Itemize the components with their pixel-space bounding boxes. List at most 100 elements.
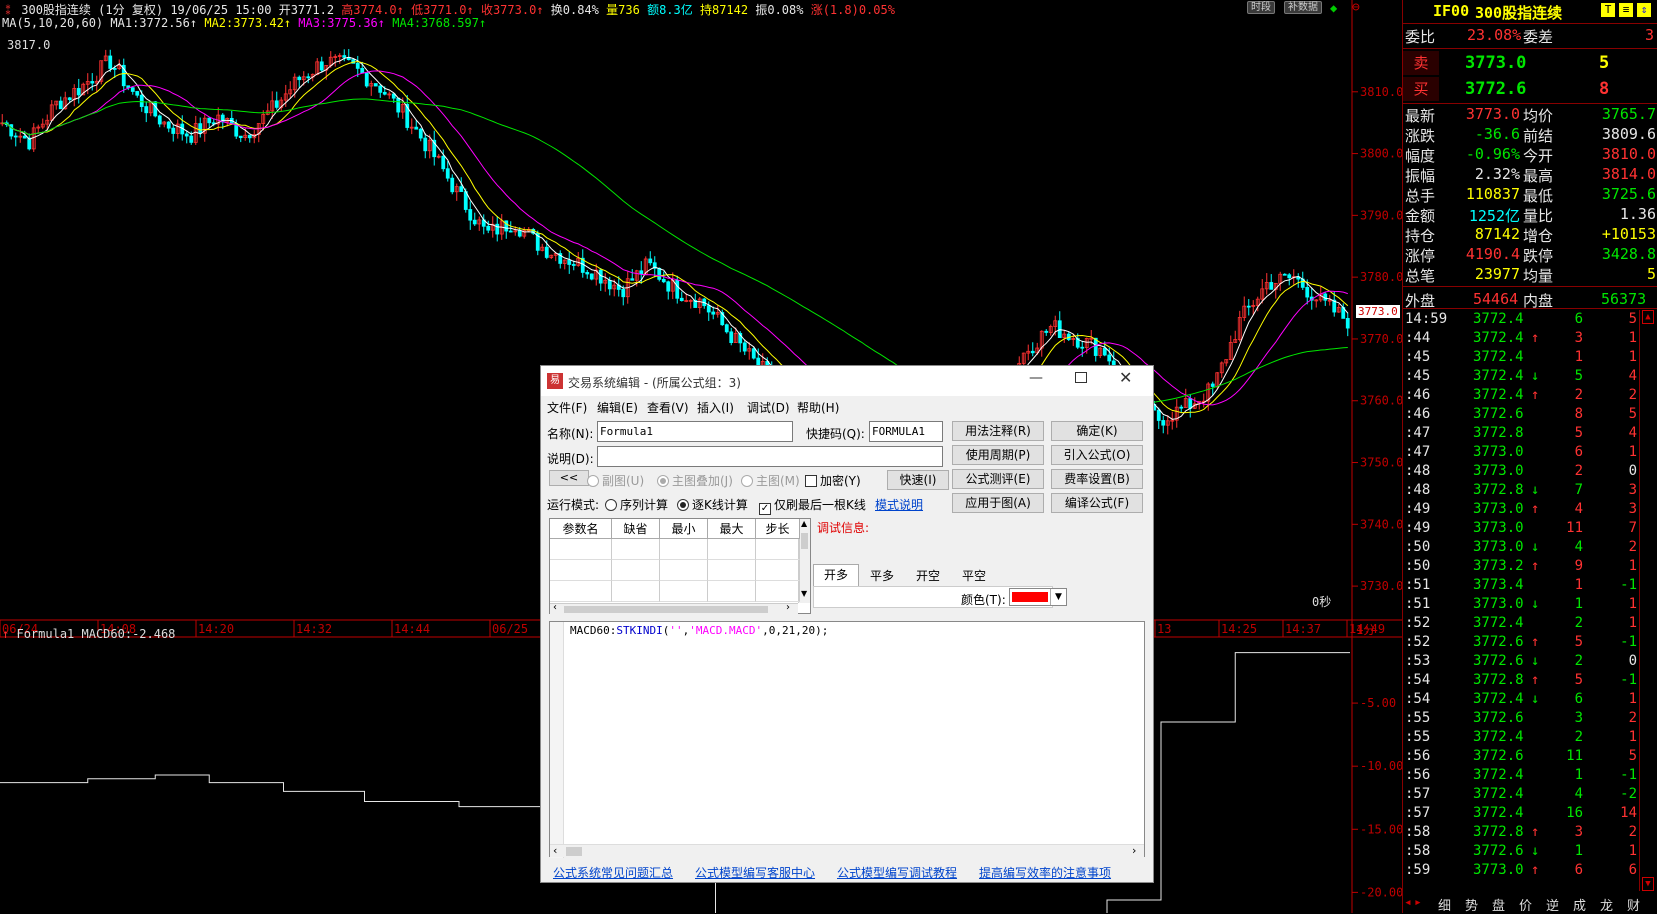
menu-item[interactable]: 编辑(E)	[597, 399, 638, 416]
minimize-icon[interactable]: —	[1029, 370, 1043, 386]
signal-tab[interactable]: 平多	[859, 566, 905, 586]
import-formula-button[interactable]: 引入公式(O)	[1051, 445, 1143, 465]
param-column-header[interactable]: 缺省	[612, 519, 660, 539]
collapse-button[interactable]: <<	[549, 470, 589, 486]
scroll-down-icon[interactable]: ▼	[1642, 877, 1654, 891]
apply-to-chart-button[interactable]: 应用于图(A)	[952, 493, 1044, 513]
tick-scrollbar[interactable]: ▲ ▼	[1639, 310, 1656, 891]
menu-item[interactable]: 插入(I)	[697, 399, 734, 416]
diamond-icon[interactable]: ◆	[1330, 1, 1337, 15]
formula-code-editor[interactable]: MACD60:STKINDI('','MACD.MACD',0,21,20); …	[549, 621, 1145, 858]
tabs-right-icon[interactable]: ▸	[1414, 895, 1422, 910]
param-cell[interactable]	[660, 539, 708, 560]
param-hscrollbar[interactable]: ‹ ›	[550, 602, 798, 614]
price-tick-label: 3770.0	[1360, 332, 1402, 346]
scroll-up-icon[interactable]: ▲	[1642, 310, 1654, 324]
quote-tab[interactable]: 细	[1438, 895, 1451, 914]
shortcut-input[interactable]: FORMULA1	[869, 421, 943, 442]
help-link[interactable]: 提高编写效率的注意事项	[979, 864, 1111, 881]
menu-item[interactable]: 调试(D)	[747, 399, 790, 416]
sell-row[interactable]: 卖 3773.0 5	[1403, 51, 1657, 75]
candle-body	[207, 117, 212, 124]
signal-tab[interactable]: 开空	[905, 566, 951, 586]
help-link[interactable]: 公式模型编写客服中心	[695, 864, 815, 881]
menu-item[interactable]: 帮助(H)	[797, 399, 839, 416]
signal-tab[interactable]: 平空	[951, 566, 997, 586]
option-subchart[interactable]: 副图(U)	[587, 472, 644, 489]
menu-item[interactable]: 文件(F)	[547, 399, 587, 416]
period-indicator[interactable]: 1分	[1356, 621, 1375, 638]
color-picker[interactable]: ▼	[1009, 588, 1067, 606]
run-sequence-radio[interactable]: 序列计算	[605, 496, 668, 513]
param-cell[interactable]	[612, 560, 660, 581]
quick-button[interactable]: 快速(I)	[887, 470, 949, 490]
intraday-button[interactable]: 时段	[1247, 1, 1275, 14]
mode-help-link[interactable]: 模式说明	[875, 496, 923, 513]
pin-icon[interactable]: ≡	[1619, 3, 1633, 17]
fee-settings-button[interactable]: 费率设置(B)	[1051, 469, 1143, 489]
close-icon[interactable]: ✕	[1119, 368, 1132, 387]
t-icon[interactable]: T	[1601, 3, 1615, 17]
usage-notes-button[interactable]: 用法注释(R)	[952, 421, 1044, 441]
refresh-last-checkbox[interactable]: ✓ 仅刷最后一根K线	[759, 496, 866, 515]
param-column-header[interactable]: 参数名	[550, 519, 612, 539]
param-cell[interactable]	[612, 539, 660, 560]
dialog-titlebar[interactable]: 易 交易系统编辑 - (所属公式组：3) — ✕	[541, 366, 1153, 396]
code-hscrollbar[interactable]: ‹ ›	[550, 844, 1144, 857]
help-link[interactable]: 公式系统常见问题汇总	[553, 864, 673, 881]
help-link[interactable]: 公式模型编写调试教程	[837, 864, 957, 881]
scroll-right-icon[interactable]: ›	[786, 602, 790, 613]
param-column-header[interactable]: 最小	[660, 519, 708, 539]
name-input[interactable]: Formula1	[597, 421, 793, 442]
signal-tab[interactable]: 开多	[813, 564, 859, 587]
quote-tab[interactable]: 势	[1465, 895, 1478, 914]
param-column-header[interactable]: 最大	[708, 519, 756, 539]
bar-datetime: 19/06/25 15:00	[170, 3, 272, 17]
restore-icon[interactable]: ⊖	[1352, 0, 1360, 15]
supplement-data-button[interactable]: 补数据	[1284, 1, 1322, 14]
param-column-header[interactable]: 步长	[756, 519, 800, 539]
desc-input[interactable]	[597, 446, 943, 467]
candle-body	[468, 209, 473, 221]
param-cell[interactable]	[550, 581, 612, 602]
option-mainchart[interactable]: 主图(M)	[741, 472, 800, 489]
param-cell[interactable]	[660, 560, 708, 581]
dropdown-arrow-icon[interactable]: ▼	[1050, 589, 1066, 605]
code-line[interactable]: MACD60:STKINDI('','MACD.MACD',0,21,20);	[570, 624, 828, 637]
code-scroll-right-icon[interactable]: ›	[1132, 844, 1136, 857]
formula-test-button[interactable]: 公式测评(E)	[952, 469, 1044, 489]
maximize-icon[interactable]	[1075, 372, 1087, 383]
option-overlay[interactable]: 主图叠加(J)	[657, 472, 733, 489]
param-cell[interactable]	[612, 581, 660, 602]
quote-tab[interactable]: 财	[1627, 895, 1640, 914]
quote-tab[interactable]: 龙	[1600, 895, 1613, 914]
param-cell[interactable]	[708, 539, 756, 560]
menu-item[interactable]: 查看(V)	[647, 399, 689, 416]
param-cell[interactable]	[708, 560, 756, 581]
debug-info-label: 调试信息:	[817, 521, 870, 535]
param-cell[interactable]	[550, 539, 612, 560]
ok-button[interactable]: 确定(K)	[1051, 421, 1143, 441]
buy-row[interactable]: 买 3772.6 8	[1403, 77, 1657, 101]
param-table[interactable]: ‹ › ▲ ▼ 参数名 缺省 最小 最大 步长	[549, 518, 811, 614]
param-cell[interactable]	[756, 539, 800, 560]
param-cell[interactable]	[708, 581, 756, 602]
scroll-left-icon[interactable]: ‹	[553, 602, 557, 613]
tick-row: :53 3772.6 ↓ 2 0	[1405, 653, 1637, 669]
tabs-left-icon[interactable]: ◂	[1404, 895, 1412, 910]
usage-period-button[interactable]: 使用周期(P)	[952, 445, 1044, 465]
indicator-tick-label: -15.00	[1360, 822, 1402, 836]
encrypt-checkbox[interactable]: 加密(Y)	[805, 472, 861, 489]
run-per-bar-radio[interactable]: 逐K线计算	[677, 496, 748, 513]
code-scroll-left-icon[interactable]: ‹	[553, 844, 557, 857]
quote-tab[interactable]: 价	[1519, 895, 1532, 914]
param-cell[interactable]	[756, 581, 800, 602]
param-cell[interactable]	[660, 581, 708, 602]
quote-tab[interactable]: 成	[1573, 895, 1586, 914]
swap-icon[interactable]: ⇕	[1637, 3, 1651, 17]
param-cell[interactable]	[756, 560, 800, 581]
quote-tab[interactable]: 盘	[1492, 895, 1505, 914]
compile-formula-button[interactable]: 编译公式(F)	[1051, 493, 1143, 513]
param-cell[interactable]	[550, 560, 612, 581]
quote-tab[interactable]: 逆	[1546, 895, 1559, 914]
